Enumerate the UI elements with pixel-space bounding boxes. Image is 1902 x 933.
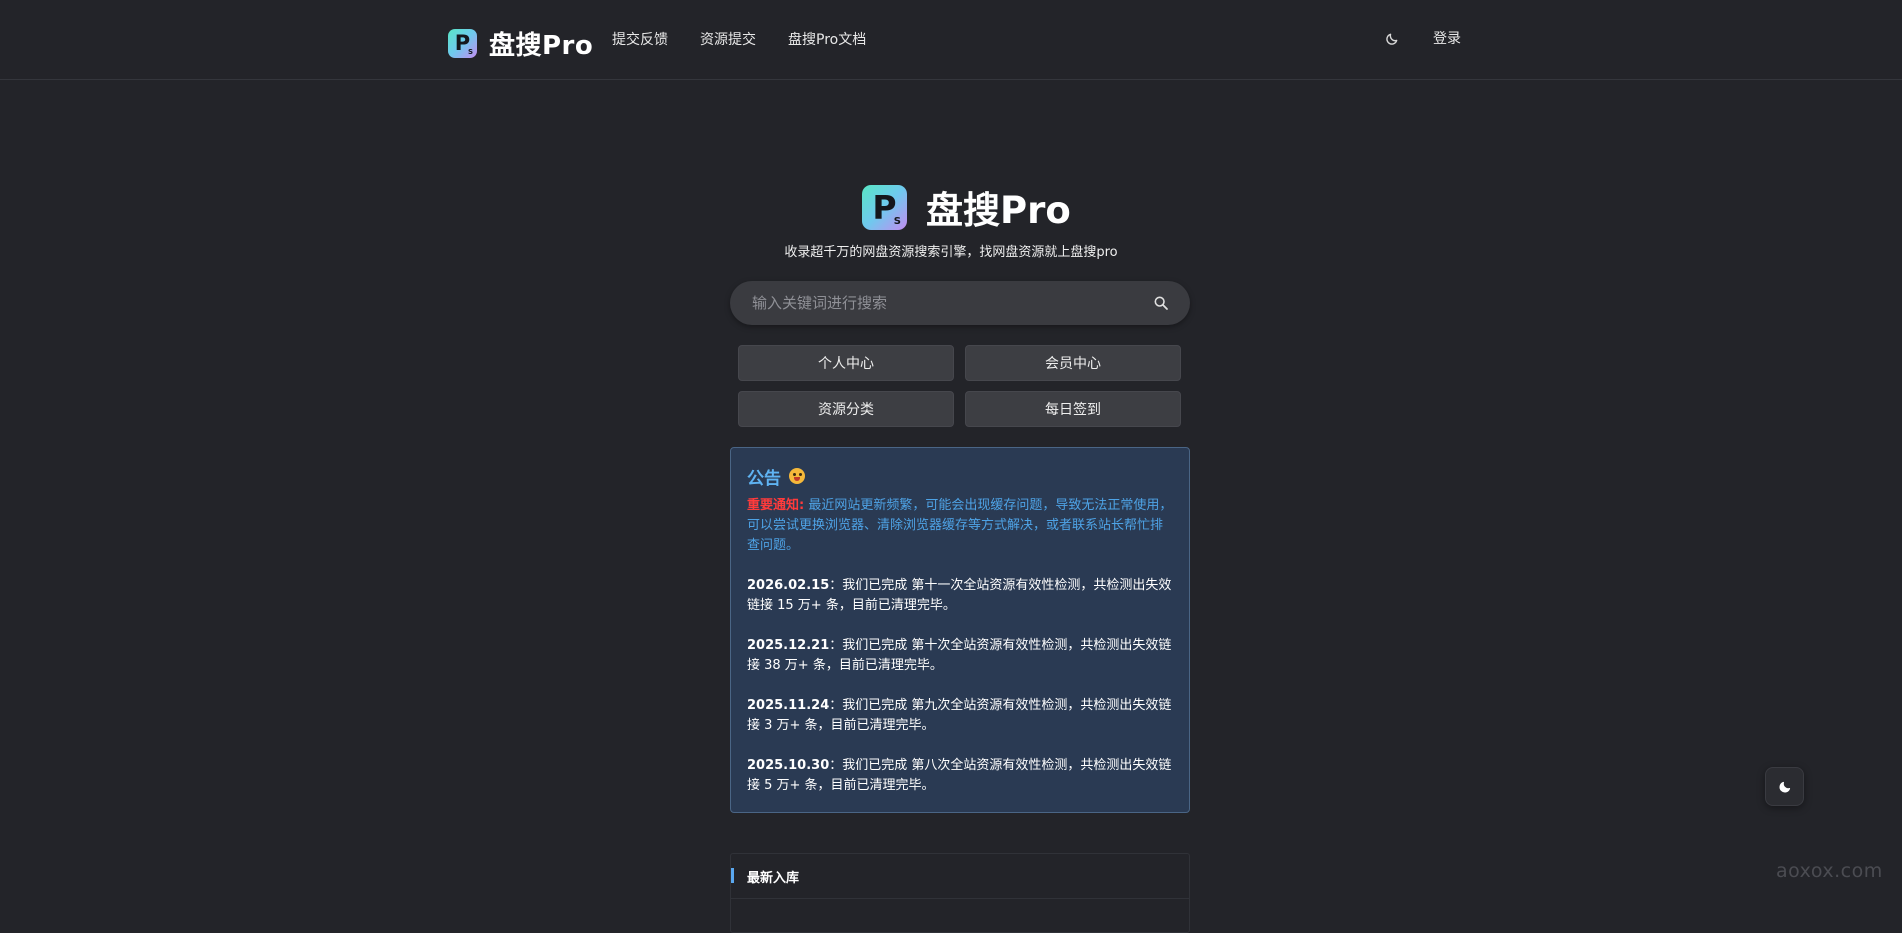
personal-center-button[interactable]: 个人中心 [738,345,954,381]
moon-icon [1386,33,1398,45]
nav-right: 登录 [1382,28,1461,50]
theme-toggle-button[interactable] [1382,29,1402,49]
nav-link-docs[interactable]: 盘搜Pro文档 [788,29,866,51]
top-navbar: P S 盘搜Pro 提交反馈 资源提交 盘搜Pro文档 登录 [0,0,1902,80]
announcement-date: 2025.12.21 [747,638,830,653]
watermark: aoxox.com [1776,860,1883,882]
brand-logo-icon: P S [448,29,477,58]
kiss-emoji-icon [789,468,805,484]
search-bar [730,281,1190,325]
resource-categories-button[interactable]: 资源分类 [738,391,954,427]
announcement-date: 2025.10.30 [747,758,830,773]
latest-resources-title: 最新入库 [747,870,800,886]
hero-title: 盘搜Pro [926,189,1071,232]
important-notice: 重要通知: 最近网站更新频繁，可能会出现缓存问题，导致无法正常使用，可以尝试更换… [747,496,1173,556]
brand-name: 盘搜Pro [489,31,594,61]
announcement-item: 2025.10.30：我们已完成 第八次全站资源有效性检测，共检测出失效链接 5… [747,756,1173,796]
brand-logo-link[interactable]: P S 盘搜Pro [448,25,593,62]
important-notice-text: 最近网站更新频繁，可能会出现缓存问题，导致无法正常使用，可以尝试更换浏览器、清除… [747,498,1173,553]
nav-link-submit-resource[interactable]: 资源提交 [700,29,756,51]
announcement-item: 2025.12.21：我们已完成 第十次全站资源有效性检测，共检测出失效链接 3… [747,636,1173,676]
search-icon [1154,296,1168,310]
moon-icon [1779,781,1790,792]
search-button[interactable] [1150,292,1172,314]
member-center-button[interactable]: 会员中心 [965,345,1181,381]
announcement-item: 2026.02.15：我们已完成 第十一次全站资源有效性检测，共检测出失效链接 … [747,576,1173,616]
latest-resources-section: 最新入库 [730,853,1190,933]
hero-logo: P S 盘搜Pro [862,180,1071,234]
announcement-panel: 公告 重要通知: 最近网站更新频繁，可能会出现缓存问题，导致无法正常使用，可以尝… [730,447,1190,813]
announcement-title-text: 公告 [747,468,781,489]
floating-theme-toggle-button[interactable] [1765,767,1804,806]
announcement-item: 2025.11.24：我们已完成 第九次全站资源有效性检测，共检测出失效链接 3… [747,696,1173,736]
quick-links: 个人中心 会员中心 资源分类 每日签到 [738,345,1182,427]
daily-checkin-button[interactable]: 每日签到 [965,391,1181,427]
hero-tagline: 收录超千万的网盘资源搜索引擎，找网盘资源就上盘搜pro [784,245,1118,260]
important-notice-label: 重要通知: [747,498,805,513]
hero-logo-icon: P S [862,184,907,230]
nav-links: 提交反馈 资源提交 盘搜Pro文档 [612,29,866,51]
latest-resources-header: 最新入库 [731,854,1189,899]
nav-link-feedback[interactable]: 提交反馈 [612,29,668,51]
announcement-date: 2025.11.24 [747,698,830,713]
search-input[interactable] [750,293,1150,313]
login-link[interactable]: 登录 [1433,28,1461,50]
announcement-title: 公告 [747,464,1173,489]
announcement-date: 2026.02.15 [747,578,830,593]
